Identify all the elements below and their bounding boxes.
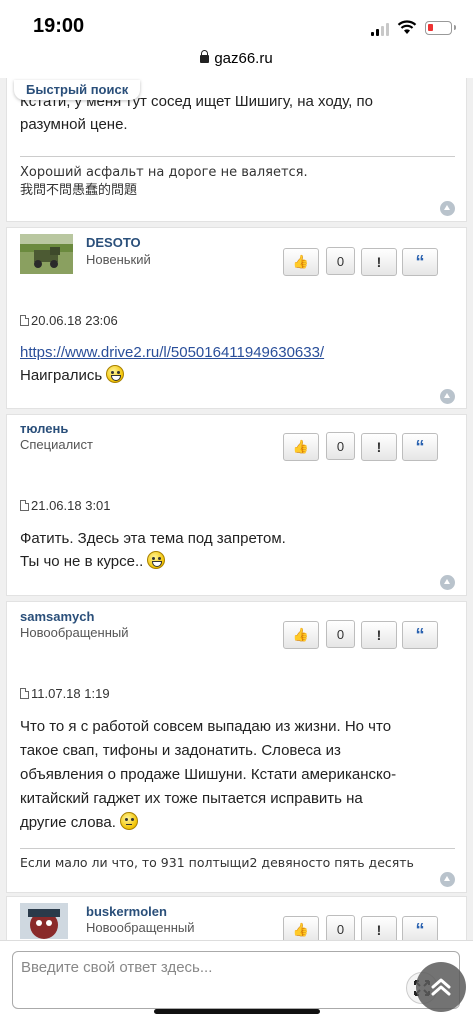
post-signature: Если мало ли что, то 931 полтыщи2 девяно… — [20, 854, 414, 872]
url-text: gaz66.ru — [214, 50, 273, 67]
quick-search-tab[interactable]: Быстрый поиск — [14, 80, 141, 100]
post-date: 21.06.18 3:01 — [20, 498, 111, 513]
report-button[interactable]: ! — [361, 433, 397, 461]
post-date-text: 20.06.18 23:06 — [31, 313, 118, 328]
battery-icon — [425, 21, 456, 35]
post-body: Фатить. Здесь эта тема под запретом. Ты … — [20, 527, 286, 573]
post-date: 11.07.18 1:19 — [20, 686, 110, 701]
quote-button[interactable]: “ — [402, 433, 438, 461]
thumbs-up-icon: 👍 — [292, 254, 310, 269]
post-icon — [20, 315, 29, 326]
wifi-icon — [397, 20, 417, 34]
username[interactable]: DESOTO — [86, 235, 141, 250]
post-body: Что то я с работой совсем выпадаю из жиз… — [20, 715, 396, 835]
cellular-signal-icon — [371, 22, 391, 36]
reply-input[interactable]: Введите свой ответ здесь... — [12, 951, 460, 1009]
post-date-text: 11.07.18 1:19 — [31, 686, 110, 701]
avatar[interactable] — [20, 234, 73, 274]
user-rank: Новообращенный — [20, 625, 129, 640]
forum-post: buskermolen Новообращенный 👍 0 ! “ — [6, 896, 467, 940]
username[interactable]: buskermolen — [86, 904, 167, 919]
post-date: 20.06.18 23:06 — [20, 313, 118, 328]
post-signature: Хороший асфальт на дороге не валяется. 我… — [20, 164, 308, 200]
browser-url-bar[interactable]: gaz66.ru — [0, 46, 473, 78]
status-bar: 19:00 — [0, 0, 473, 46]
username[interactable]: тюлень — [20, 421, 68, 436]
signature-divider — [20, 848, 455, 849]
back-to-top-icon[interactable] — [440, 389, 455, 404]
report-button[interactable]: ! — [361, 916, 397, 940]
smiley-icon — [106, 365, 125, 383]
forum-post: samsamych Новообращенный 👍 0 ! “ 11.07.1… — [6, 601, 467, 893]
report-button[interactable]: ! — [361, 248, 397, 276]
quote-button[interactable]: “ — [402, 248, 438, 276]
user-rank: Новообращенный — [86, 920, 195, 935]
quote-button[interactable]: “ — [402, 916, 438, 940]
like-count: 0 — [326, 620, 355, 648]
post-body-line: Что то я с работой совсем выпадаю из жиз… — [20, 718, 392, 735]
double-chevron-up-icon — [431, 978, 451, 996]
post-date-text: 21.06.18 3:01 — [31, 498, 111, 513]
post-icon — [20, 500, 29, 511]
post-body: https://www.drive2.ru/l/5050164119496306… — [20, 341, 324, 387]
post-body-line: объявления о продаже Шишуни. Кстати амер… — [20, 766, 397, 783]
post-body-line: такое свап, тифоны и задонатить. Словеса… — [20, 742, 341, 759]
back-to-top-icon[interactable] — [440, 201, 455, 216]
post-body-line: Фатить. Здесь эта тема под запретом. — [20, 530, 286, 547]
like-count: 0 — [326, 247, 355, 275]
post-body-line: Наигрались — [20, 367, 103, 384]
thumbs-up-icon: 👍 — [292, 439, 310, 454]
url-display[interactable]: gaz66.ru — [0, 50, 473, 67]
quote-button[interactable]: “ — [402, 621, 438, 649]
post-link[interactable]: https://www.drive2.ru/l/5050164119496306… — [20, 344, 324, 361]
like-button[interactable]: 👍 — [283, 621, 319, 649]
user-rank: Специалист — [20, 437, 93, 452]
lock-icon — [200, 50, 210, 63]
scroll-to-top-button[interactable] — [416, 962, 466, 1012]
report-button[interactable]: ! — [361, 621, 397, 649]
smiley-icon — [147, 551, 166, 569]
username[interactable]: samsamych — [20, 609, 94, 624]
like-count: 0 — [326, 432, 355, 460]
like-button[interactable]: 👍 — [283, 916, 319, 940]
signature-line: Хороший асфальт на дороге не валяется. — [20, 165, 308, 180]
thinking-smiley-icon — [120, 812, 139, 830]
thumbs-up-icon: 👍 — [292, 922, 310, 937]
signature-divider — [20, 156, 455, 157]
avatar[interactable] — [20, 903, 68, 939]
like-button[interactable]: 👍 — [283, 248, 319, 276]
signature-line: Если мало ли что, то 931 полтыщи2 девяно… — [20, 855, 414, 870]
forum-thread: Быстрый поиск Кстати, у меня тут сосед и… — [0, 78, 473, 940]
thumbs-up-icon: 👍 — [292, 627, 310, 642]
post-body-line: китайский гаджет их тоже пытается исправ… — [20, 790, 363, 807]
post-body-line: разумной цене. — [20, 116, 128, 133]
back-to-top-icon[interactable] — [440, 575, 455, 590]
post-body-line: другие слова. — [20, 814, 116, 831]
like-button[interactable]: 👍 — [283, 433, 319, 461]
back-to-top-icon[interactable] — [440, 872, 455, 887]
forum-post: тюлень Специалист 👍 0 ! “ 21.06.18 3:01 … — [6, 414, 467, 596]
status-time: 19:00 — [33, 15, 85, 37]
forum-post: DESOTO Новенький 👍 0 ! “ 20.06.18 23:06 … — [6, 227, 467, 409]
like-count: 0 — [326, 915, 355, 940]
home-indicator — [154, 1009, 320, 1014]
post-body-line: Ты чо не в курсе.. — [20, 553, 144, 570]
signature-line: 我問不問愚蠢的問題 — [20, 183, 138, 198]
post-icon — [20, 688, 29, 699]
reply-placeholder: Введите свой ответ здесь... — [21, 959, 213, 976]
user-rank: Новенький — [86, 252, 151, 267]
